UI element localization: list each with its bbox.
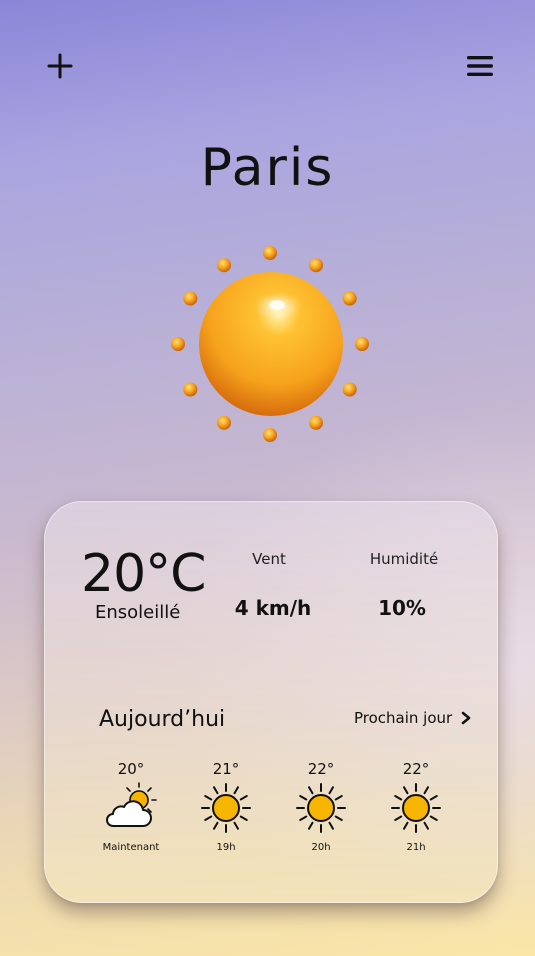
hourly-time: Maintenant <box>102 842 160 853</box>
hourly-item: 20° Maintenant <box>91 760 171 853</box>
hourly-item: 22° 20h <box>281 760 361 853</box>
sun-ray-dot <box>263 246 277 260</box>
sun-ray-dot <box>342 382 357 397</box>
sun-icon <box>201 783 251 833</box>
hourly-time: 20h <box>311 842 331 853</box>
hourly-temp: 22° <box>307 760 335 778</box>
next-day-link[interactable]: Prochain jour <box>354 709 472 727</box>
sun-ray-dot <box>217 415 231 430</box>
hourly-time: 19h <box>216 842 236 853</box>
sun-ray-dot <box>171 337 185 351</box>
add-city-button[interactable] <box>40 46 80 86</box>
menu-button[interactable] <box>460 46 500 86</box>
current-condition: Ensoleillé <box>95 602 181 623</box>
next-day-label: Prochain jour <box>354 709 453 727</box>
sun-icon <box>296 783 346 833</box>
hourly-item: 21° 19h <box>186 760 266 853</box>
sun-ray-dot <box>342 291 357 306</box>
humidity-value: 10% <box>378 596 426 620</box>
hourly-temp: 20° <box>117 760 145 778</box>
wind-label: Vent <box>252 550 286 568</box>
hourly-item: 22° 21h <box>376 760 456 853</box>
weather-card: 20°C Ensoleillé Vent 4 km/h Humidité 10%… <box>44 501 498 903</box>
hamburger-icon <box>467 56 493 76</box>
humidity-label: Humidité <box>369 550 439 568</box>
sun-ray-dot <box>217 258 231 273</box>
sun-ray-dot <box>309 415 323 430</box>
sun-ray-dot <box>309 258 323 273</box>
sun-icon <box>391 783 441 833</box>
hourly-temp: 21° <box>212 760 240 778</box>
wind-value: 4 km/h <box>234 596 312 620</box>
partly-cloudy-icon <box>106 782 157 827</box>
sun-ray-dot <box>183 382 198 397</box>
sun-ray-dot <box>355 337 369 351</box>
city-title: Paris <box>200 138 335 198</box>
plus-icon <box>47 53 73 79</box>
hourly-time: 21h <box>406 842 426 853</box>
hourly-temp: 22° <box>402 760 430 778</box>
sun-ray-dot <box>263 428 277 442</box>
today-title: Aujourd’hui <box>99 707 226 732</box>
current-temperature: 20°C <box>81 544 206 604</box>
sun-icon <box>171 246 369 442</box>
sun-ray-dot <box>183 291 198 306</box>
chevron-right-icon <box>461 711 471 725</box>
